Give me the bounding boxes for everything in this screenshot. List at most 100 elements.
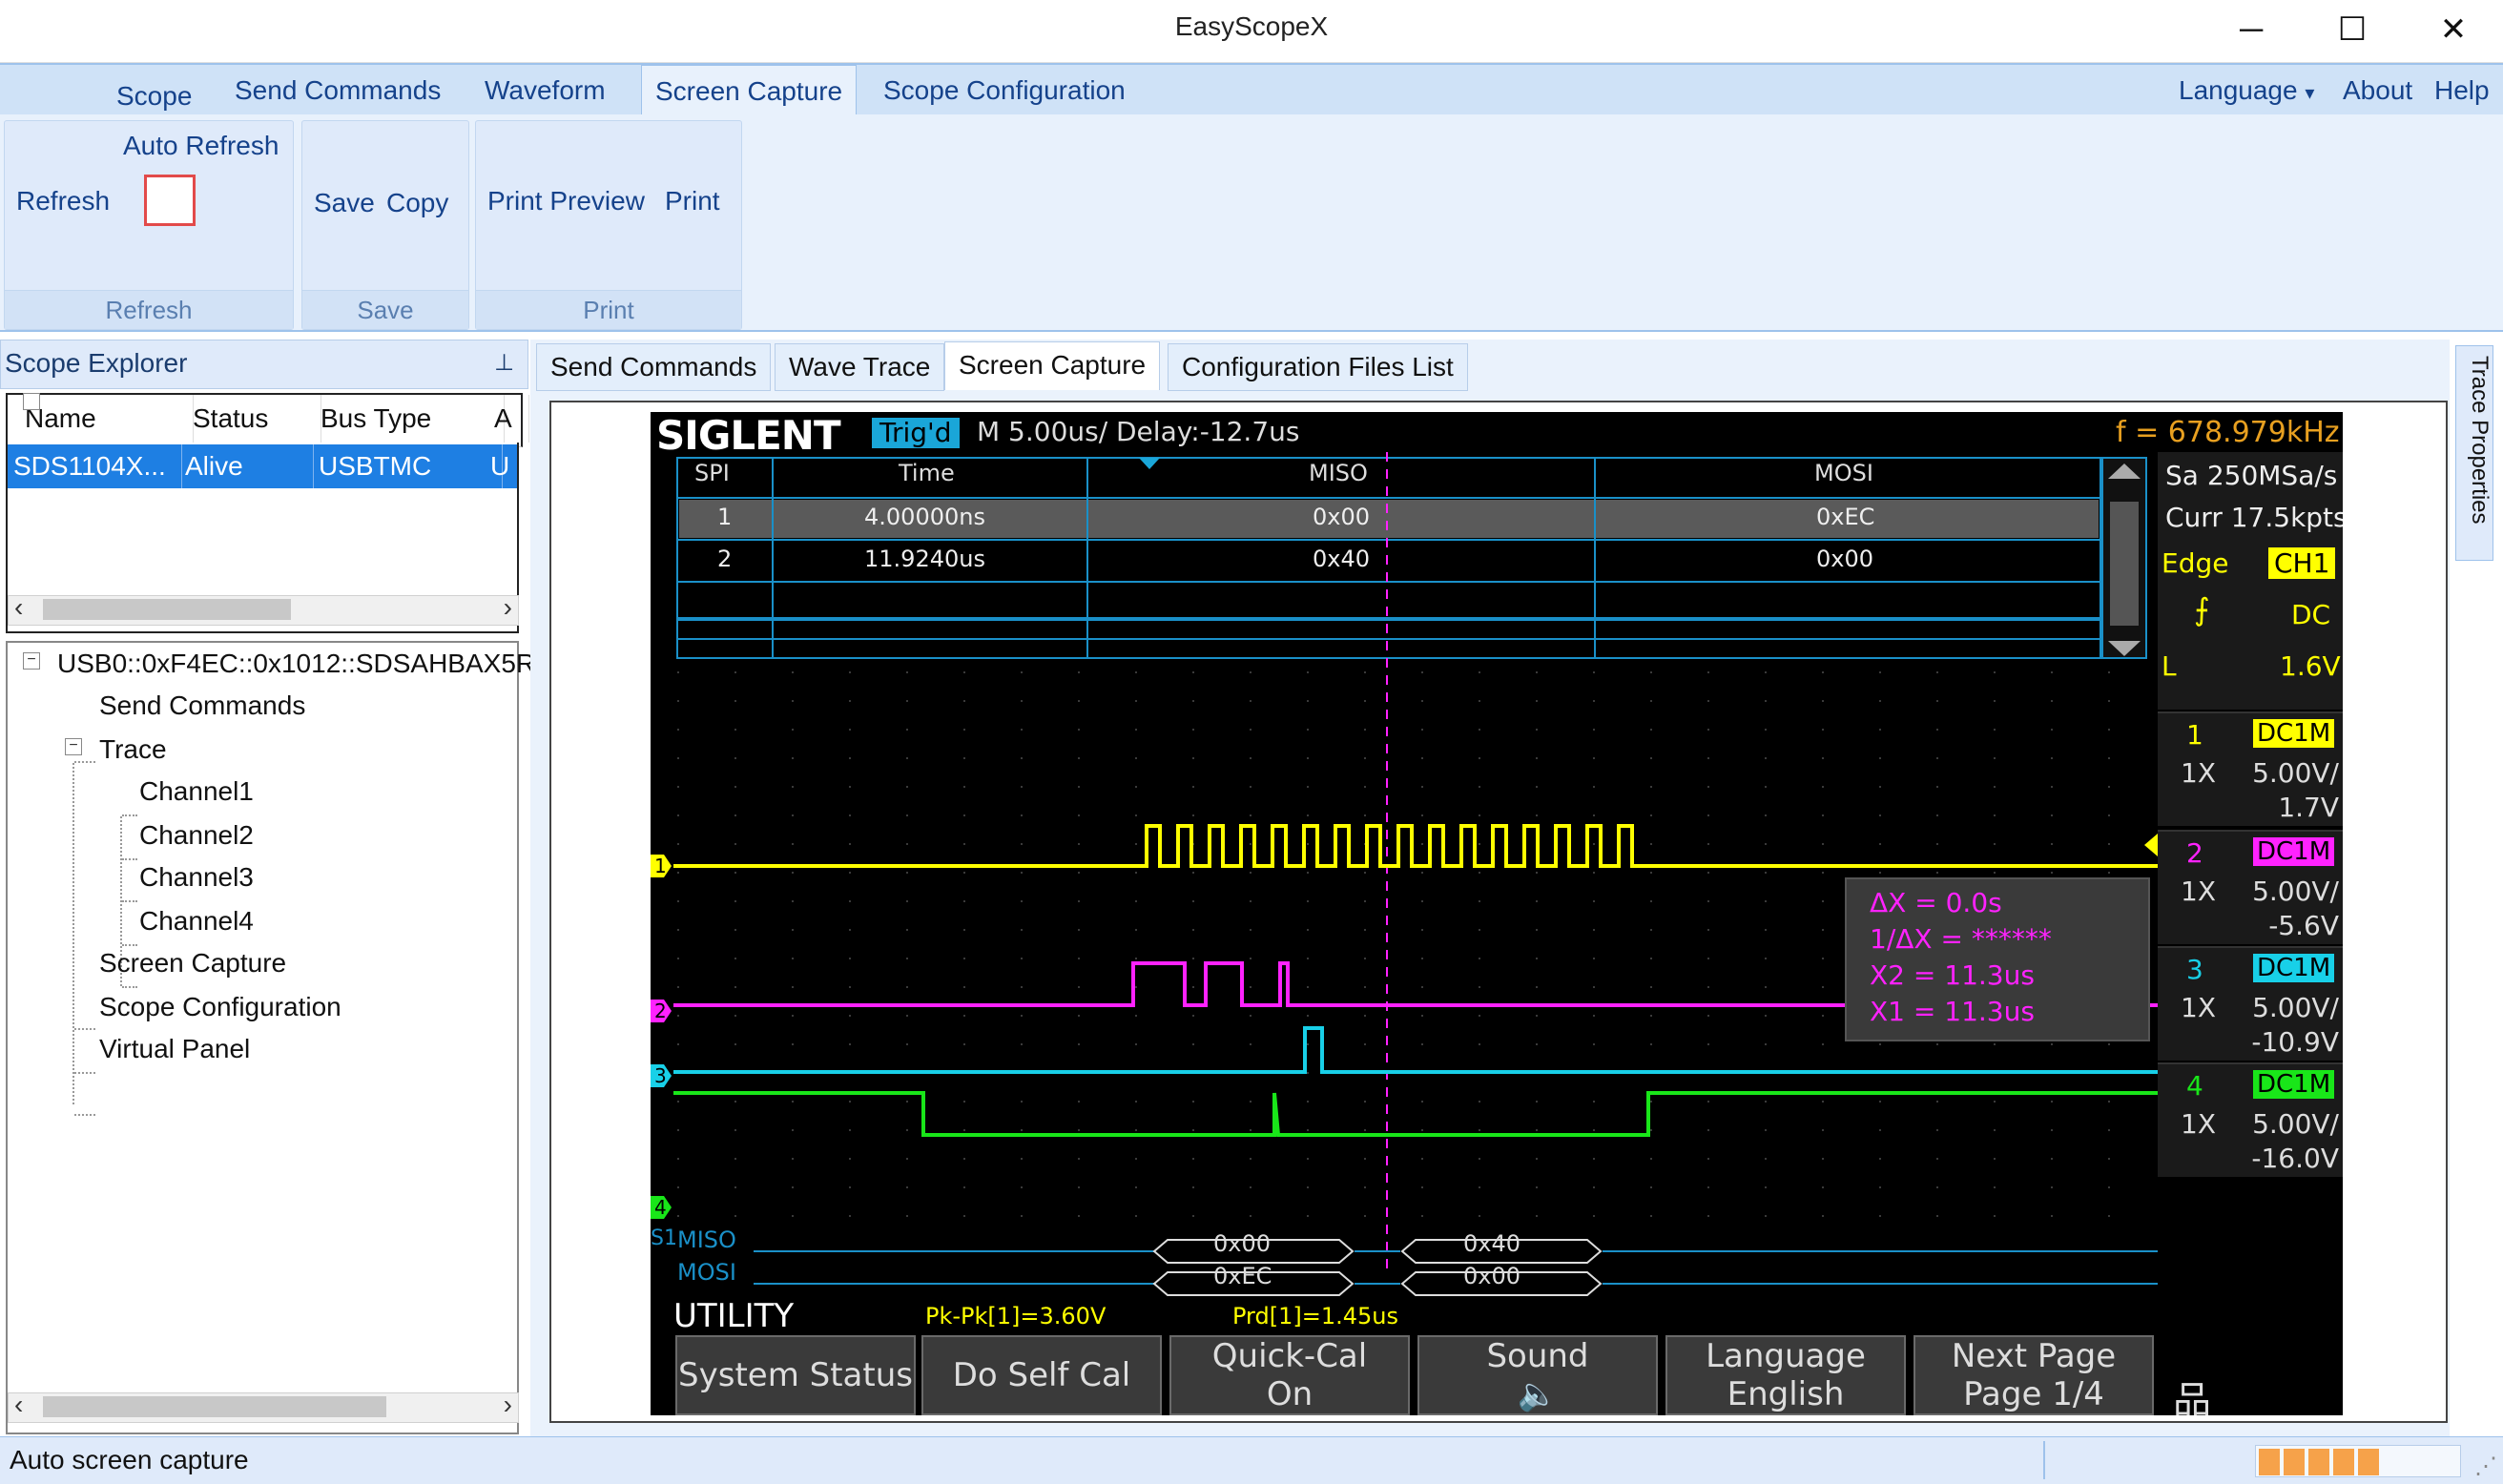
channel4-trace bbox=[673, 1091, 2158, 1137]
print-button[interactable]: Print bbox=[665, 186, 720, 216]
channel-scale: 5.00V/ bbox=[2252, 992, 2339, 1023]
auto-refresh-label: Auto Refresh bbox=[123, 131, 279, 160]
tree-horizontal-scrollbar[interactable]: ‹ › bbox=[8, 1390, 519, 1423]
tree-item-channel4[interactable]: Channel4 bbox=[139, 906, 254, 937]
trigger-level-label: L bbox=[2162, 650, 2177, 682]
menu-screen-capture[interactable]: Screen Capture bbox=[641, 65, 858, 115]
save-button[interactable]: Save bbox=[314, 188, 375, 218]
pin-icon[interactable]: ⊥ bbox=[494, 340, 514, 386]
tree-guide bbox=[74, 761, 95, 763]
tree-item-channel3[interactable]: Channel3 bbox=[139, 862, 254, 893]
tab-send-commands[interactable]: Send Commands bbox=[536, 343, 772, 391]
trigger-slope-icon: ⨍ bbox=[2194, 591, 2210, 628]
trace-properties-tab[interactable]: Trace Properties bbox=[2455, 345, 2493, 561]
menu-scope-configuration[interactable]: Scope Configuration bbox=[870, 65, 1139, 116]
tree-item-channel1[interactable]: Channel1 bbox=[139, 776, 254, 807]
tree-item-trace[interactable]: Trace bbox=[99, 734, 167, 765]
explorer-title: Scope Explorer ⊥ bbox=[0, 340, 528, 389]
tree-item-screen-capture[interactable]: Screen Capture bbox=[99, 948, 286, 979]
status-divider bbox=[2043, 1441, 2045, 1479]
table-cell: 1 bbox=[717, 504, 733, 530]
progress-block bbox=[2259, 1449, 2280, 1475]
channel-number: 2 bbox=[2186, 837, 2203, 869]
table-cell: 2 bbox=[717, 546, 733, 572]
bus-mosi-value: 0xEC bbox=[1213, 1263, 1272, 1289]
table-cell: 0x40 bbox=[1313, 546, 1371, 572]
grid-horizontal-scrollbar[interactable]: ‹ › bbox=[8, 592, 519, 626]
softkey-value: English bbox=[1727, 1375, 1845, 1413]
tab-configuration-files-list[interactable]: Configuration Files List bbox=[1168, 343, 1468, 391]
tree-root-device[interactable]: USB0::0xF4EC::0x1012::SDSAHBAX5R1 bbox=[57, 649, 550, 679]
scroll-right-icon[interactable]: › bbox=[504, 1390, 512, 1420]
channel-panel-4: 4 DC1M 1X 5.00V/-16.0V bbox=[2158, 1062, 2343, 1177]
tree-guide bbox=[74, 1114, 95, 1116]
column-address[interactable]: A bbox=[486, 395, 529, 443]
refresh-group-title: Refresh bbox=[5, 290, 293, 329]
resize-grip-icon[interactable]: ⋰ bbox=[2474, 1453, 2497, 1480]
copy-button[interactable]: Copy bbox=[386, 188, 448, 218]
menu-title: UTILITY bbox=[673, 1297, 795, 1335]
trigger-status-badge: Trig'd bbox=[872, 418, 960, 448]
menu-waveform[interactable]: Waveform bbox=[471, 65, 619, 116]
tree-item-channel2[interactable]: Channel2 bbox=[139, 820, 254, 851]
status-text: Auto screen capture bbox=[10, 1445, 249, 1474]
svg-text:2: 2 bbox=[654, 1000, 667, 1022]
table-cell: 0xEC bbox=[1816, 504, 1875, 530]
softkey-value: On bbox=[1266, 1375, 1314, 1413]
softkey-label: System Status bbox=[678, 1356, 913, 1394]
channel-scale: 5.00V/ bbox=[2252, 876, 2339, 907]
scroll-left-icon[interactable]: ‹ bbox=[14, 592, 23, 623]
tab-screen-capture[interactable]: Screen Capture bbox=[944, 341, 1161, 390]
tree-guide bbox=[122, 986, 137, 988]
menu-help[interactable]: Help bbox=[2421, 65, 2503, 116]
bus-label: S1 bbox=[651, 1226, 677, 1250]
scope-explorer-panel: Scope Explorer ⊥ Name Status Bus Type A … bbox=[0, 340, 550, 1436]
trigger-type: Edge bbox=[2162, 547, 2229, 579]
tree-guide bbox=[122, 944, 137, 946]
scrollbar-thumb[interactable] bbox=[43, 599, 291, 620]
tree-item-virtual-panel[interactable]: Virtual Panel bbox=[99, 1034, 250, 1064]
menu-send-commands[interactable]: Send Commands bbox=[221, 65, 454, 116]
menu-language[interactable]: Language ▾ bbox=[2165, 65, 2327, 116]
channel-panel-2: 2 DC1M 1X 5.00V/-5.6V bbox=[2158, 830, 2343, 944]
save-group-title: Save bbox=[302, 290, 468, 329]
maximize-button[interactable]: ☐ bbox=[2305, 0, 2400, 61]
column-bus-type[interactable]: Bus Type bbox=[303, 395, 505, 443]
close-button[interactable]: ✕ bbox=[2406, 0, 2501, 61]
speaker-icon: 🔈 bbox=[1517, 1375, 1559, 1413]
softkey-label: Quick-Cal bbox=[1211, 1337, 1368, 1375]
cursor-x1: X1 = 11.3us bbox=[1870, 996, 2035, 1027]
tree-guide bbox=[122, 814, 137, 816]
device-grid-header: Name Status Bus Type A bbox=[6, 393, 529, 447]
channel-probe: 1X bbox=[2181, 876, 2216, 907]
tab-wave-trace[interactable]: Wave Trace bbox=[775, 343, 945, 391]
channel-coupling-badge: DC1M bbox=[2253, 1070, 2335, 1099]
cursor-inv-dx: 1/ΔX = ****** bbox=[1870, 923, 2052, 955]
tree-item-scope-configuration[interactable]: Scope Configuration bbox=[99, 992, 341, 1022]
menu-about[interactable]: About bbox=[2329, 65, 2426, 116]
tree-item-send-commands[interactable]: Send Commands bbox=[99, 690, 305, 721]
table-cell: 0x00 bbox=[1313, 504, 1371, 530]
sample-rate: Sa 250MSa/s bbox=[2165, 460, 2338, 491]
channel-probe: 1X bbox=[2181, 1108, 2216, 1140]
scroll-left-icon[interactable]: ‹ bbox=[14, 1390, 23, 1420]
trace-properties-label: Trace Properties bbox=[2467, 356, 2493, 525]
memory-depth: Curr 17.5kpts bbox=[2165, 502, 2343, 533]
scroll-right-icon[interactable]: › bbox=[504, 592, 512, 623]
collapse-root-icon[interactable]: − bbox=[23, 652, 40, 670]
collapse-icon[interactable] bbox=[23, 393, 40, 410]
cursor-dx: ΔX = 0.0s bbox=[1870, 887, 2002, 918]
minimize-button[interactable]: ─ bbox=[2203, 0, 2299, 61]
scope-screenshot: SIGLENT Trig'd M 5.00us/ Delay:-12.7us f… bbox=[651, 412, 2343, 1415]
refresh-button[interactable]: Refresh bbox=[16, 186, 110, 216]
auto-refresh-checkbox[interactable] bbox=[144, 175, 196, 226]
column-status[interactable]: Status bbox=[176, 395, 321, 443]
softkey-label: Sound bbox=[1486, 1337, 1589, 1375]
softkey-language: Language English bbox=[1665, 1335, 1906, 1415]
table-row[interactable]: SDS1104X... Alive USBTMC U bbox=[8, 444, 517, 488]
scrollbar-thumb[interactable] bbox=[43, 1396, 386, 1417]
collapse-trace-icon[interactable]: − bbox=[65, 738, 82, 755]
svg-text:3: 3 bbox=[654, 1064, 667, 1087]
channel-probe: 1X bbox=[2181, 757, 2216, 789]
print-preview-button[interactable]: Print Preview bbox=[487, 186, 645, 216]
